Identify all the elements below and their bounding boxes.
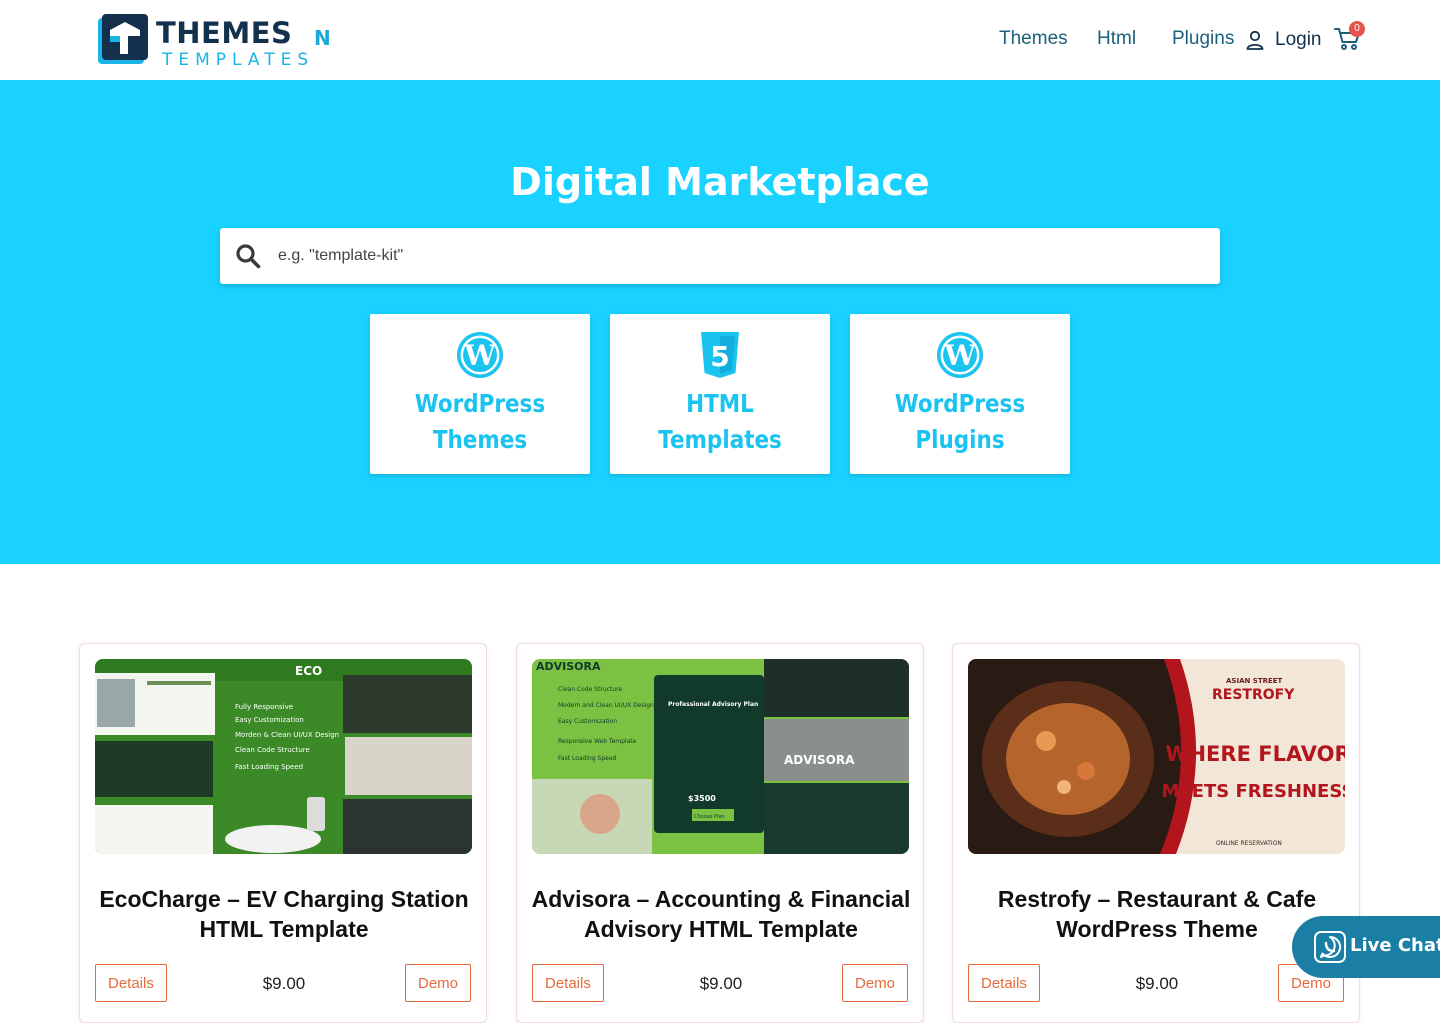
svg-text:W: W <box>943 339 976 372</box>
nav-link-html[interactable]: Html <box>1097 28 1136 50</box>
wordpress-icon: W <box>457 332 503 378</box>
svg-text:5: 5 <box>710 340 729 373</box>
thumb-brand-label: RESTROFY <box>1212 687 1295 703</box>
thumb-tag-label: ASIAN STREET <box>1226 677 1283 685</box>
thumb-overlay-label: ADVISORA <box>784 753 855 767</box>
product-card-ecocharge: ECO Fully Responsive Easy Customization … <box>79 643 487 1023</box>
thumb-feature: Easy Customization <box>235 716 304 724</box>
logo-mark-icon <box>98 14 148 64</box>
category-label: WordPress Themes <box>414 389 546 454</box>
thumb-feature: Responsive Web Template <box>558 738 637 745</box>
cart-count-badge: 0 <box>1349 21 1365 37</box>
thumb-feature: Fully Responsive <box>235 703 293 711</box>
svg-text:W: W <box>463 339 496 372</box>
category-label: WordPress Plugins <box>894 389 1026 454</box>
thumb-headline: WHERE FLAVOR <box>1165 742 1345 766</box>
thumb-feature: Modern and Clean UI/UX Design <box>558 702 654 709</box>
nav-link-themes[interactable]: Themes <box>999 28 1068 50</box>
thumb-feature: Clean Code Structure <box>558 686 622 693</box>
thumb-plan-title: Professional Advisory Plan <box>668 701 758 708</box>
thumb-headline: MEETS FRESHNESS <box>1162 781 1345 802</box>
user-icon[interactable] <box>1245 30 1265 50</box>
logo-text-n: N <box>314 26 331 50</box>
product-thumbnail[interactable]: ECO Fully Responsive Easy Customization … <box>95 659 472 854</box>
hero-title: Digital Marketplace <box>510 160 930 204</box>
thumb-feature: Clean Code Structure <box>235 746 310 754</box>
thumb-plan-price: $3500 <box>688 794 716 803</box>
login-link[interactable]: Login <box>1275 29 1322 51</box>
thumb-feature: Easy Customization <box>558 718 617 725</box>
product-title[interactable]: Advisora – Accounting & Financial Adviso… <box>527 884 915 944</box>
product-card-advisora: ADVISORA Clean Code Structure Modern and… <box>516 643 924 1023</box>
thumb-brand-label: ADVISORA <box>536 660 601 673</box>
category-card-html-templates[interactable]: 5 HTML Templates <box>610 314 830 474</box>
whatsapp-icon <box>1314 931 1346 963</box>
site-logo[interactable]: THEMES N TEMPLATES <box>96 10 336 70</box>
search-icon[interactable] <box>235 243 261 269</box>
demo-button[interactable]: Demo <box>841 964 908 1002</box>
category-card-wordpress-themes[interactable]: W WordPress Themes <box>370 314 590 474</box>
product-thumbnail[interactable]: ADVISORA Clean Code Structure Modern and… <box>532 659 909 854</box>
thumb-feature: Fast Loading Speed <box>558 755 617 762</box>
logo-text-templates: TEMPLATES <box>162 50 315 70</box>
thumb-footer-label: ONLINE RESERVATION <box>1216 840 1282 847</box>
search-bar <box>220 228 1220 284</box>
wordpress-icon: W <box>937 332 983 378</box>
product-title[interactable]: Restrofy – Restaurant & Cafe WordPress T… <box>963 884 1351 944</box>
nav-link-plugins[interactable]: Plugins <box>1172 28 1234 50</box>
category-card-wordpress-plugins[interactable]: W WordPress Plugins <box>850 314 1070 474</box>
thumb-feature: Morden & Clean UI/UX Design <box>235 731 339 739</box>
site-header: THEMES N TEMPLATES Themes Html Plugins L… <box>0 0 1440 80</box>
product-title[interactable]: EcoCharge – EV Charging Station HTML Tem… <box>90 884 478 944</box>
category-label: HTML Templates <box>658 389 782 454</box>
thumb-feature: Fast Loading Speed <box>235 763 303 771</box>
html5-icon: 5 <box>701 332 739 378</box>
search-input[interactable] <box>278 228 1198 284</box>
product-thumbnail[interactable]: ASIAN STREET RESTROFY WHERE FLAVOR MEETS… <box>968 659 1345 854</box>
live-chat-button[interactable]: Live Chat <box>1292 916 1440 978</box>
thumb-plan-button: Choose Plan <box>694 814 725 820</box>
thumb-brand-label: ECO <box>295 664 322 678</box>
logo-text-themes: THEMES <box>156 16 293 50</box>
hero-section: Digital Marketplace W WordPress Themes 5… <box>0 80 1440 564</box>
live-chat-label: Live Chat <box>1350 935 1440 956</box>
demo-button[interactable]: Demo <box>404 964 471 1002</box>
